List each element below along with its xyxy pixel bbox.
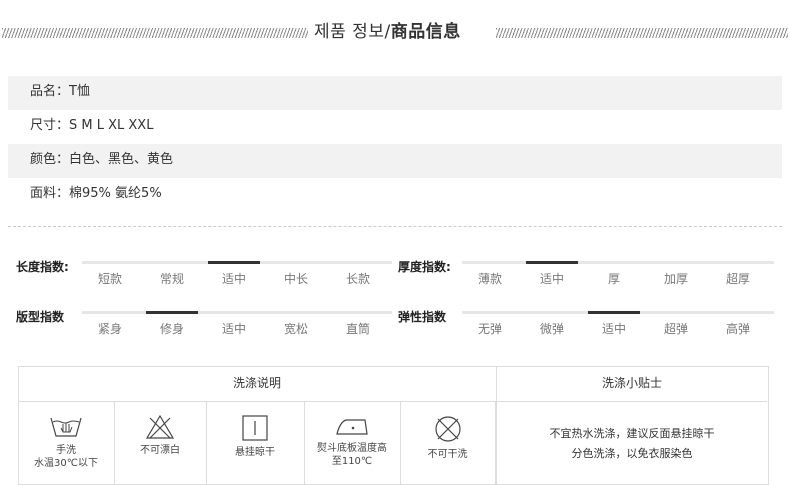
scale-option: 超厚 <box>725 272 750 286</box>
elasticity-index-scale: 弹性指数 无弹 微弹 适中 超弹 高弹 <box>398 308 774 348</box>
scale-label: 厚度指数: <box>398 260 451 274</box>
hang-dry-icon <box>242 415 268 441</box>
scale-option: 适中 <box>539 272 564 286</box>
scale-selected-marker <box>146 311 198 314</box>
no-dry-clean-icon <box>434 416 461 442</box>
scale-option: 中长 <box>283 272 308 286</box>
iron-icon <box>336 419 368 435</box>
scale-option: 常规 <box>159 272 184 286</box>
no-bleach-icon <box>145 414 175 439</box>
scale-option: 适中 <box>221 322 246 336</box>
product-info-list: 品名：T恤 尺寸：S M L XL XXL 颜色：白色、黑色、黄色 面料：棉95… <box>8 76 782 212</box>
fit-index-scale: 版型指数 紧身 修身 适中 宽松 直筒 <box>16 308 392 348</box>
scale-option: 厚 <box>607 272 620 286</box>
length-index-scale: 长度指数: 短款 常规 适中 中长 长款 <box>16 258 392 298</box>
tip-line: 分色洗涤，以免衣服染色 <box>571 447 693 460</box>
scale-label: 弹性指数 <box>398 310 447 324</box>
care-item-no-dry-clean: 不可干洗 <box>400 402 496 484</box>
scale-option: 超弹 <box>663 322 688 336</box>
scale-option: 修身 <box>159 322 184 336</box>
scale-option: 适中 <box>221 272 246 286</box>
scale-option: 薄款 <box>477 272 502 286</box>
scale-option: 直筒 <box>345 322 370 336</box>
scale-label: 长度指数: <box>16 260 69 274</box>
section-header: 제품 정보/商品信息 <box>0 20 790 46</box>
scale-option: 高弹 <box>725 322 750 336</box>
tips-title: 洗涤小贴士 <box>601 376 662 390</box>
tip-line: 不宜热水洗涤，建议反面悬挂晾干 <box>549 427 715 440</box>
scale-option: 长款 <box>345 272 370 286</box>
info-row-size: 尺寸：S M L XL XXL <box>30 118 154 133</box>
hatch-decoration-left <box>2 28 308 38</box>
hand-wash-icon <box>50 417 82 437</box>
section-title: 제품 정보/商品信息 <box>314 22 461 42</box>
scale-track <box>462 261 774 264</box>
scale-option: 无弹 <box>477 322 502 336</box>
care-item-no-bleach: 不可漂白 <box>114 402 207 484</box>
hatch-decoration-right <box>496 28 788 38</box>
washing-tips: 不宜热水洗涤，建议反面悬挂晾干 分色洗涤，以免衣服染色 <box>496 402 768 484</box>
scale-option: 加厚 <box>663 272 688 286</box>
scale-option: 适中 <box>601 322 626 336</box>
washing-title: 洗涤说明 <box>232 376 281 390</box>
scale-selected-marker <box>526 261 578 264</box>
scale-option: 宽松 <box>283 322 308 336</box>
care-item-hang-dry: 悬挂晾干 <box>206 402 305 484</box>
scale-option: 短款 <box>97 272 122 286</box>
info-row-color: 颜色：白色、黑色、黄色 <box>8 144 782 178</box>
scale-option: 微弹 <box>539 322 564 336</box>
scale-selected-marker <box>588 311 640 314</box>
scale-track <box>82 311 392 314</box>
care-item-iron: 熨斗底板温度高 至110℃ <box>304 402 401 484</box>
scale-label: 版型指数 <box>16 310 65 324</box>
scale-selected-marker <box>208 261 260 264</box>
dashed-divider <box>8 226 782 227</box>
care-item-hand-wash: 手洗 水温30℃以下 <box>18 402 115 484</box>
washing-instructions: 洗涤说明 洗涤小贴士 手洗 水温30℃以下 不可漂白 悬挂晾干 熨斗底板温度高 … <box>18 366 769 485</box>
info-row-name: 品名：T恤 <box>8 76 782 110</box>
info-row-fabric: 面料：棉95% 氨纶5% <box>30 186 162 201</box>
scale-option: 紧身 <box>97 322 122 336</box>
thickness-index-scale: 厚度指数: 薄款 适中 厚 加厚 超厚 <box>398 258 774 298</box>
